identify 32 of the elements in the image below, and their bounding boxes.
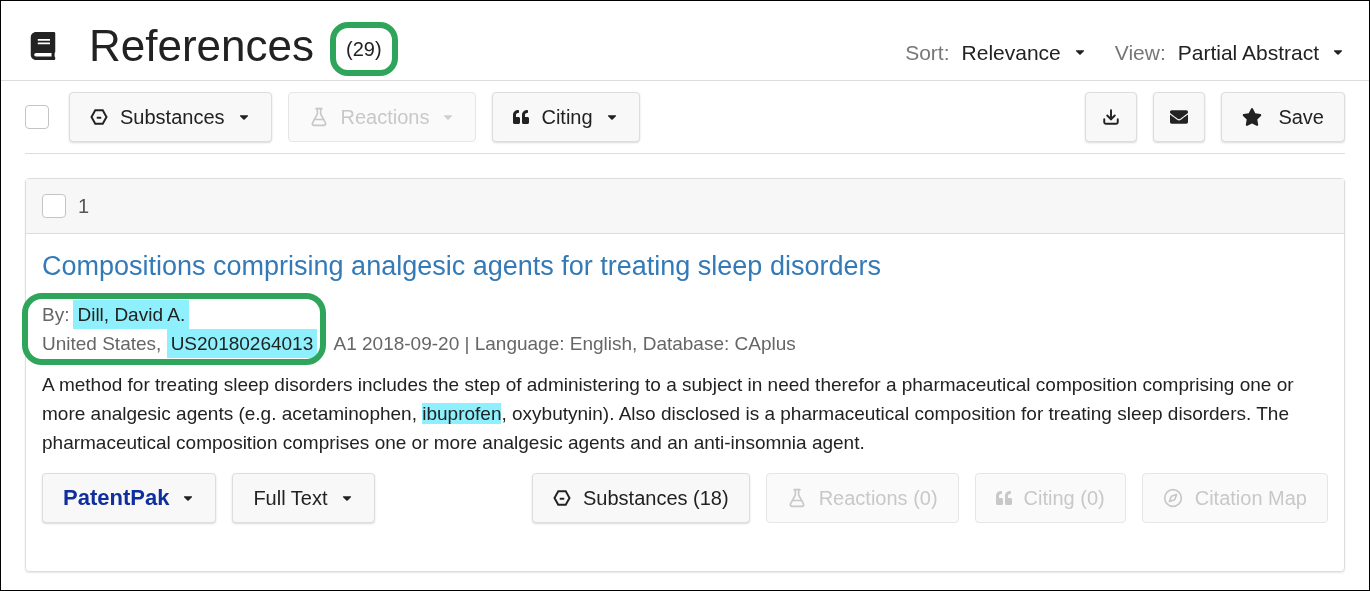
full-text-button[interactable]: Full Text	[232, 472, 375, 523]
patentpak-button[interactable]: PatentPak	[42, 472, 217, 523]
toolbar-button[interactable]: Substances	[69, 92, 272, 142]
publication-info: A1 2018-09-20 | Language: English, Database: CAplus	[332, 331, 796, 356]
result-number: 1	[78, 194, 90, 219]
result-action-button[interactable]: Substances (18)	[532, 472, 750, 523]
sort-label: Sort:	[905, 39, 950, 66]
callout-outline	[330, 22, 398, 76]
view-label: View:	[1114, 39, 1166, 66]
result-count: (29)	[346, 34, 382, 64]
book-icon	[29, 32, 57, 60]
compass-icon	[1162, 487, 1183, 508]
download-button[interactable]	[1085, 92, 1138, 142]
hexagon-icon	[90, 108, 108, 126]
publication-info: United States,	[42, 331, 163, 356]
star-icon	[1242, 107, 1263, 127]
checkbox[interactable]	[25, 105, 49, 129]
result-title[interactable]: Compositions comprising analgesic agents for treating sleep disorders	[42, 250, 1328, 284]
page-title: References	[89, 24, 314, 68]
hexagon-icon	[553, 488, 571, 507]
quote-icon	[513, 109, 530, 125]
checkbox[interactable]	[42, 194, 66, 218]
email-button[interactable]	[1153, 92, 1206, 142]
by-label: By:	[42, 302, 70, 327]
highlighted-term: US20180264013	[166, 328, 318, 358]
save-button[interactable]: Save	[1221, 92, 1345, 142]
abstract-text: A method for treating sleep disorders includes the step of administering to a subject in need therefor a pharmaceutical composition comprising one or more analgesic agents (e.g. acetaminophen, ibuprofen, oxybutynin). Also disclosed is a pharmaceutical composition for treating sleep disorders. The pharmaceutical composition comprises one or more analgesic agents and an anti-insomnia agent.	[42, 372, 1295, 455]
toolbar-button[interactable]: Citing	[492, 92, 640, 142]
sort-dropdown[interactable]: Relevance	[961, 36, 1087, 68]
view-dropdown[interactable]: Partial Abstract	[1177, 36, 1345, 68]
author-name[interactable]: Dill, David A.	[73, 299, 190, 329]
quote-icon	[995, 489, 1012, 506]
